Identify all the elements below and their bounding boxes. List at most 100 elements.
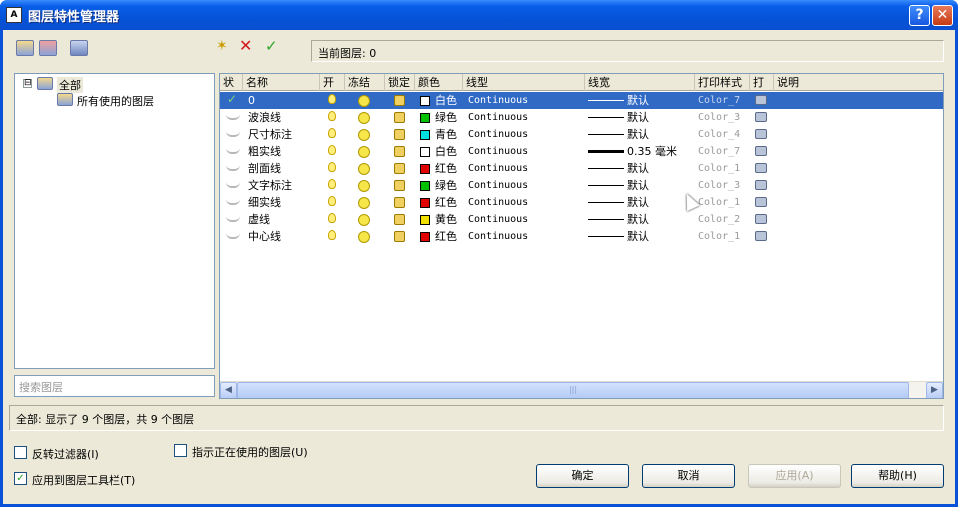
header-linetype[interactable]: 线型 [463,74,585,91]
close-button[interactable]: ✕ [932,5,953,26]
light-bulb-icon[interactable] [328,179,336,189]
printer-icon[interactable] [755,197,767,207]
cancel-button[interactable]: 取消 [642,464,735,488]
invert-filter-checkbox[interactable] [14,446,27,459]
apply-to-toolbar-label[interactable]: 应用到图层工具栏(T) [32,472,135,488]
lineweight-value[interactable]: 默认 [627,177,649,194]
header-name[interactable]: 名称 [243,74,320,91]
color-swatch[interactable] [420,130,430,140]
linetype-value[interactable]: Continuous [468,126,528,143]
unlock-icon[interactable] [394,129,405,140]
apply-to-toolbar-checkbox[interactable]: ✓ [14,472,27,485]
layer-name[interactable]: 粗实线 [248,143,281,160]
layer-row[interactable]: ✓ 0 白色 Continuous 默认 Color_7 [220,92,943,109]
layer-name[interactable]: 剖面线 [248,160,281,177]
header-plot[interactable]: 打 [750,74,774,91]
invert-filter-label[interactable]: 反转过滤器(I) [32,446,99,462]
sun-icon[interactable] [358,95,370,107]
lineweight-value[interactable]: 默认 [627,92,649,109]
new-group-filter-icon[interactable] [39,40,57,56]
linetype-value[interactable]: Continuous [468,160,528,177]
lineweight-value[interactable]: 默认 [627,160,649,177]
header-description[interactable]: 说明 [774,74,943,91]
layer-row[interactable]: 文字标注 绿色 Continuous 默认 Color_3 [220,177,943,194]
light-bulb-icon[interactable] [328,94,336,104]
delete-layer-icon[interactable]: ✕ [239,36,252,55]
sun-icon[interactable] [358,231,370,243]
help-title-button[interactable]: ? [909,5,930,26]
lineweight-value[interactable]: 0.35 毫米 [627,143,677,160]
collapse-toggle[interactable]: ⊟ [23,79,32,88]
sun-icon[interactable] [358,163,370,175]
help-button[interactable]: 帮助(H) [851,464,944,488]
sun-icon[interactable] [358,214,370,226]
printer-icon[interactable] [755,180,767,190]
layer-name[interactable]: 文字标注 [248,177,292,194]
lineweight-value[interactable]: 默认 [627,126,649,143]
lineweight-value[interactable]: 默认 [627,194,649,211]
unlock-icon[interactable] [394,146,405,157]
color-name[interactable]: 绿色 [435,177,457,194]
color-swatch[interactable] [420,232,430,242]
light-bulb-icon[interactable] [328,111,336,121]
scroll-thumb[interactable]: ||| [237,382,909,398]
lineweight-value[interactable]: 默认 [627,109,649,126]
header-status[interactable]: 状 [220,74,243,91]
search-layers-input[interactable]: 搜索图层 [14,375,215,397]
sun-icon[interactable] [358,146,370,158]
layer-row[interactable]: 中心线 红色 Continuous 默认 Color_1 [220,228,943,245]
color-name[interactable]: 黄色 [435,211,457,228]
layer-states-manager-icon[interactable] [70,40,88,56]
scroll-right-button[interactable]: ▶ [926,382,943,398]
header-color[interactable]: 颜色 [415,74,463,91]
layer-row[interactable]: 粗实线 白色 Continuous 0.35 毫米 Color_7 [220,143,943,160]
sun-icon[interactable] [358,112,370,124]
indicate-in-use-label[interactable]: 指示正在使用的图层(U) [192,444,308,460]
header-lineweight[interactable]: 线宽 [585,74,695,91]
light-bulb-icon[interactable] [328,145,336,155]
color-name[interactable]: 白色 [435,92,457,109]
printer-icon[interactable] [755,146,767,156]
title-bar[interactable]: A 图层特性管理器 ? ✕ [0,0,958,30]
printer-icon[interactable] [755,163,767,173]
ok-button[interactable]: 确定 [536,464,629,488]
light-bulb-icon[interactable] [328,128,336,138]
linetype-value[interactable]: Continuous [468,211,528,228]
sun-icon[interactable] [358,180,370,192]
printer-icon[interactable] [755,214,767,224]
color-swatch[interactable] [420,147,430,157]
color-name[interactable]: 红色 [435,228,457,245]
set-current-icon[interactable]: ✓ [265,37,278,55]
layer-row[interactable]: 剖面线 红色 Continuous 默认 Color_1 [220,160,943,177]
unlock-icon[interactable] [394,163,405,174]
color-name[interactable]: 红色 [435,160,457,177]
color-name[interactable]: 白色 [435,143,457,160]
light-bulb-icon[interactable] [328,196,336,206]
header-on[interactable]: 开 [320,74,345,91]
printer-icon[interactable] [755,231,767,241]
linetype-value[interactable]: Continuous [468,194,528,211]
new-layer-icon[interactable]: ✶ [216,38,228,54]
header-freeze[interactable]: 冻结 [345,74,385,91]
indicate-in-use-checkbox[interactable] [174,444,187,457]
layer-name[interactable]: 细实线 [248,194,281,211]
color-swatch[interactable] [420,198,430,208]
layer-row[interactable]: 波浪线 绿色 Continuous 默认 Color_3 [220,109,943,126]
color-name[interactable]: 绿色 [435,109,457,126]
new-property-filter-icon[interactable] [16,40,34,56]
color-swatch[interactable] [420,181,430,191]
unlock-icon[interactable] [394,214,405,225]
tree-item-all-used-layers[interactable]: 所有使用的图层 [77,93,154,109]
layer-row[interactable]: 尺寸标注 青色 Continuous 默认 Color_4 [220,126,943,143]
apply-button[interactable]: 应用(A) [748,464,841,488]
lineweight-value[interactable]: 默认 [627,228,649,245]
color-swatch[interactable] [420,164,430,174]
layer-name[interactable]: 虚线 [248,211,270,228]
sun-icon[interactable] [358,129,370,141]
unlock-icon[interactable] [394,112,405,123]
linetype-value[interactable]: Continuous [468,143,528,160]
layer-name[interactable]: 0 [248,92,255,109]
layer-name[interactable]: 波浪线 [248,109,281,126]
color-swatch[interactable] [420,96,430,106]
light-bulb-icon[interactable] [328,162,336,172]
